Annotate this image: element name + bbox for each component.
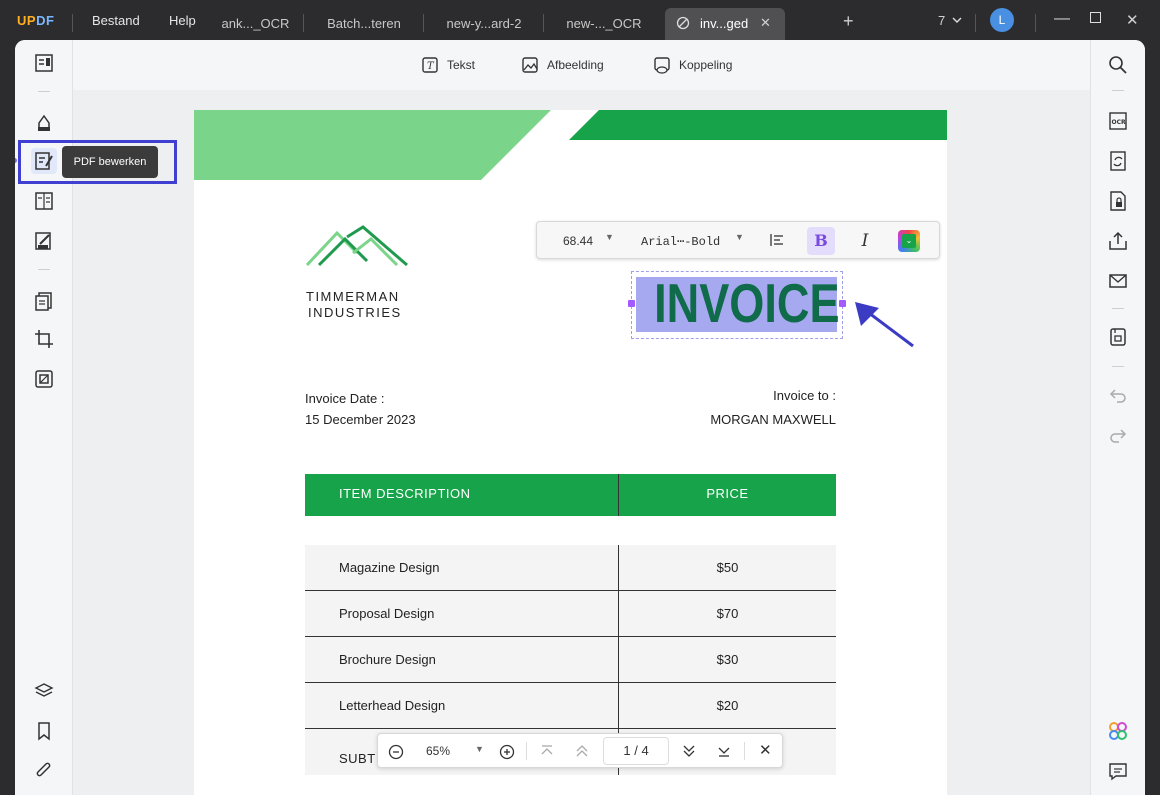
form-icon[interactable]	[33, 190, 55, 212]
app-window: T Tekst Afbeelding Koppeling TIMMERMAN I…	[15, 40, 1145, 795]
chevron-down-icon: ⌄	[902, 234, 916, 248]
unlink-icon	[676, 16, 690, 30]
page-number-input[interactable]: 1 / 4	[603, 737, 669, 765]
highlighter-icon[interactable]	[33, 112, 55, 134]
close-window-icon[interactable]: ✕	[1126, 11, 1139, 29]
share-icon[interactable]	[1107, 230, 1129, 252]
menu-file[interactable]: Bestand	[92, 13, 140, 28]
italic-button[interactable]: I	[855, 227, 875, 255]
image-icon	[522, 57, 538, 73]
protect-icon[interactable]	[1107, 190, 1129, 212]
font-family-dropdown-icon[interactable]: ▼	[735, 232, 744, 242]
svg-text:T: T	[427, 61, 435, 72]
save-icon[interactable]	[1107, 326, 1129, 348]
previous-page-icon[interactable]	[575, 744, 589, 758]
undo-icon[interactable]	[1107, 384, 1129, 406]
tab-close-icon[interactable]: ✕	[760, 15, 771, 31]
tab-1[interactable]: ank..._OCR	[213, 8, 298, 40]
new-tab-icon[interactable]: +	[843, 11, 854, 32]
font-size-select[interactable]: 68.44	[563, 234, 593, 248]
text-format-bar: 68.44 ▼ Arial⋯-Bold ▼ B I ⌄	[536, 221, 940, 259]
compress-icon[interactable]	[33, 368, 55, 390]
add-link-button[interactable]: Koppeling	[653, 56, 732, 74]
close-zoom-bar-icon[interactable]: ✕	[759, 741, 772, 759]
table-row: Letterhead Design $20	[305, 683, 836, 729]
document-canvas: T Tekst Afbeelding Koppeling TIMMERMAN I…	[73, 40, 1090, 795]
crop-icon[interactable]	[33, 328, 55, 350]
attachment-icon[interactable]	[33, 760, 55, 782]
invoice-to-label: Invoice to :	[773, 388, 836, 403]
tab-3[interactable]: new-y...ard-2	[430, 8, 538, 40]
layers-icon[interactable]	[33, 680, 55, 702]
menu-help[interactable]: Help	[169, 13, 196, 28]
chevron-down-icon[interactable]	[952, 15, 962, 25]
font-family-select[interactable]: Arial⋯-Bold	[641, 234, 720, 249]
link-tool-label: Koppeling	[679, 58, 733, 72]
right-sidebar: OCR	[1090, 40, 1145, 795]
image-tool-label: Afbeelding	[547, 58, 604, 72]
tab-count[interactable]: 7	[938, 13, 945, 28]
company-name-line1: TIMMERMAN	[306, 289, 400, 304]
next-page-icon[interactable]	[682, 744, 696, 758]
resize-handle-right[interactable]	[839, 300, 846, 307]
header-decoration	[194, 110, 947, 180]
title-bar: UPDF Bestand Help ank..._OCR Batch...ter…	[0, 0, 1160, 40]
table-header: ITEM DESCRIPTION PRICE	[305, 474, 836, 516]
company-logo-mark	[305, 225, 408, 267]
col-header-item: ITEM DESCRIPTION	[339, 486, 471, 501]
zoom-out-icon[interactable]	[388, 744, 404, 760]
zoom-navigation-bar: 65% ▼ 1 / 4 ✕	[377, 733, 783, 768]
edit-pdf-tooltip: PDF bewerken	[62, 146, 158, 178]
last-page-icon[interactable]	[717, 744, 731, 758]
total-pages: 4	[641, 743, 649, 758]
invoice-date-value: 15 December 2023	[305, 412, 416, 427]
col-header-price: PRICE	[706, 486, 749, 501]
current-page: 1	[623, 743, 631, 758]
add-text-button[interactable]: T Tekst	[421, 56, 475, 74]
align-left-icon[interactable]	[769, 232, 785, 248]
convert-icon[interactable]	[1107, 150, 1129, 172]
reader-icon[interactable]	[33, 52, 55, 74]
pdf-page: TIMMERMAN INDUSTRIES INVOICE Invoice Dat…	[194, 110, 947, 795]
organize-pages-icon[interactable]	[33, 290, 55, 312]
table-row: Proposal Design $70	[305, 591, 836, 637]
sign-icon[interactable]	[33, 230, 55, 252]
search-icon[interactable]	[1107, 54, 1129, 76]
edit-toolbar: T Tekst Afbeelding Koppeling	[73, 40, 1090, 90]
ocr-icon[interactable]: OCR	[1107, 110, 1129, 132]
bold-button[interactable]: B	[807, 227, 835, 255]
zoom-dropdown-icon[interactable]: ▼	[475, 744, 484, 754]
email-icon[interactable]	[1107, 270, 1129, 292]
zoom-in-icon[interactable]	[499, 744, 515, 760]
font-size-dropdown-icon[interactable]: ▼	[605, 232, 614, 242]
invoice-date-label: Invoice Date :	[305, 391, 385, 406]
color-picker-button[interactable]: ⌄	[898, 230, 920, 252]
zoom-level-select[interactable]: 65%	[426, 744, 450, 758]
comment-icon[interactable]	[1107, 760, 1129, 782]
avatar[interactable]: L	[990, 8, 1014, 32]
ai-assistant-icon[interactable]	[1107, 720, 1129, 742]
bookmark-icon[interactable]	[33, 720, 55, 742]
invoice-to-value: MORGAN MAXWELL	[710, 412, 836, 427]
minimize-icon[interactable]: —	[1054, 10, 1070, 28]
text-icon: T	[422, 57, 438, 73]
pointer-arrow-icon	[855, 302, 914, 348]
tab-active-label: inv...ged	[700, 16, 749, 31]
tab-4[interactable]: new-..._OCR	[550, 8, 658, 40]
company-name-line2: INDUSTRIES	[308, 305, 402, 320]
resize-handle-left[interactable]	[628, 300, 635, 307]
app-logo: UPDF	[17, 13, 55, 28]
table-row: Magazine Design $50	[305, 545, 836, 591]
page-separator: /	[634, 743, 638, 758]
tab-2[interactable]: Batch...teren	[310, 8, 418, 40]
maximize-icon[interactable]	[1090, 12, 1101, 23]
first-page-icon[interactable]	[540, 744, 554, 758]
text-tool-label: Tekst	[447, 58, 476, 72]
table-row: Brochure Design $30	[305, 637, 836, 683]
redo-icon[interactable]	[1107, 424, 1129, 446]
invoice-title[interactable]: INVOICE	[654, 270, 839, 336]
add-image-button[interactable]: Afbeelding	[521, 56, 604, 74]
link-icon	[654, 57, 670, 74]
svg-text:OCR: OCR	[1112, 119, 1127, 126]
